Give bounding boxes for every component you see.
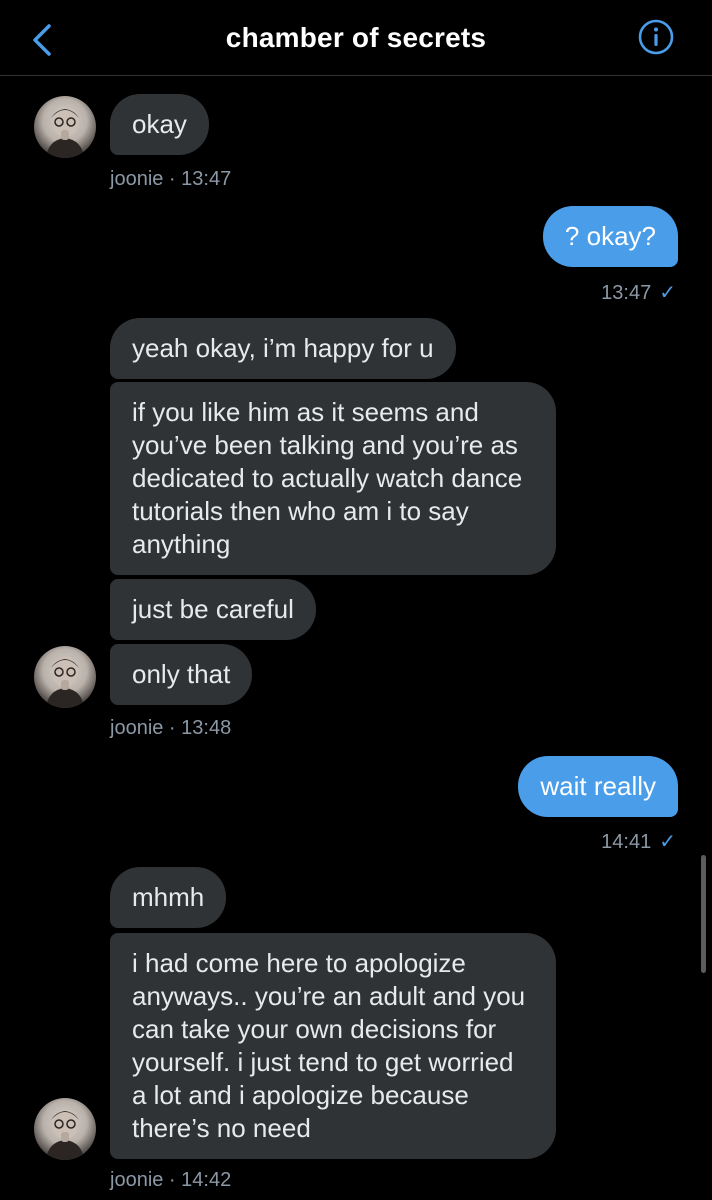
avatar[interactable]	[34, 96, 96, 158]
message-bubble-incoming[interactable]: yeah okay, i’m happy for u	[110, 318, 456, 379]
message-bubble-incoming[interactable]: if you like him as it seems and you’ve b…	[110, 382, 556, 575]
message-meta: joonie · 13:48	[110, 717, 232, 739]
message-meta: joonie · 14:42	[110, 1169, 232, 1191]
message-bubble-incoming[interactable]: mhmh	[110, 867, 227, 928]
message-meta-outgoing: 13:47 ✓	[601, 280, 676, 305]
avatar[interactable]	[34, 1098, 96, 1160]
conversation-title: chamber of secrets	[225, 22, 487, 53]
avatar-photo	[46, 107, 84, 158]
message-bubble-incoming[interactable]: only that	[110, 644, 253, 705]
avatar-photo	[46, 657, 84, 708]
read-check-icon: ✓	[659, 282, 676, 304]
message-bubble-incoming[interactable]: i had come here to apologize anyways.. y…	[110, 933, 556, 1159]
conversation-info-button[interactable]	[638, 19, 674, 55]
message-bubble-outgoing[interactable]: ? okay?	[542, 206, 678, 267]
message-bubble-outgoing[interactable]: wait really	[518, 756, 678, 817]
message-meta-outgoing: 14:41 ✓	[601, 829, 676, 854]
conversation-header: chamber of secrets	[0, 0, 712, 76]
scrollbar[interactable]	[701, 855, 706, 973]
message-time: 14:41	[601, 831, 652, 853]
message-bubble-incoming[interactable]: just be careful	[110, 579, 316, 640]
read-check-icon: ✓	[659, 831, 676, 853]
message-time: 13:47	[601, 282, 652, 304]
message-meta: joonie · 13:47	[110, 168, 232, 190]
message-bubble-incoming[interactable]: okay	[110, 94, 209, 155]
avatar-photo	[46, 1109, 84, 1160]
info-icon	[638, 19, 674, 55]
avatar[interactable]	[34, 646, 96, 708]
dm-screen: chamber of secrets okay joonie · 13:47 ?…	[0, 0, 712, 1200]
